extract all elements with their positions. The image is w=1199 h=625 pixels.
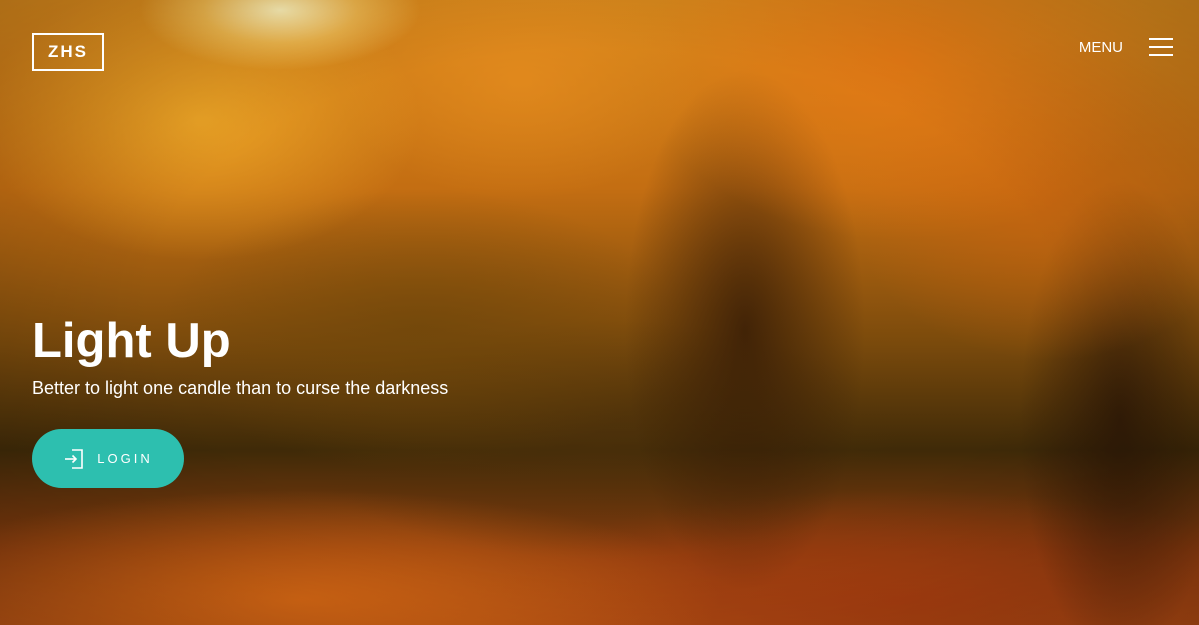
logo-text: ZHS [48, 42, 88, 61]
hamburger-icon[interactable] [1149, 38, 1173, 56]
logo[interactable]: ZHS [32, 33, 104, 71]
menu-button[interactable]: MENU [1079, 38, 1173, 56]
login-label: LOGIN [97, 451, 153, 466]
hamburger-line [1149, 46, 1173, 48]
hero-subtitle: Better to light one candle than to curse… [32, 378, 449, 398]
hero-title: Light Up [32, 314, 231, 368]
hero-section: ZHS MENU Light Up Better to light one ca… [0, 0, 1199, 625]
hamburger-line [1149, 54, 1173, 56]
login-button[interactable]: LOGIN [32, 429, 184, 488]
login-icon [63, 448, 85, 470]
menu-label: MENU [1078, 38, 1123, 56]
hamburger-line [1149, 38, 1173, 40]
